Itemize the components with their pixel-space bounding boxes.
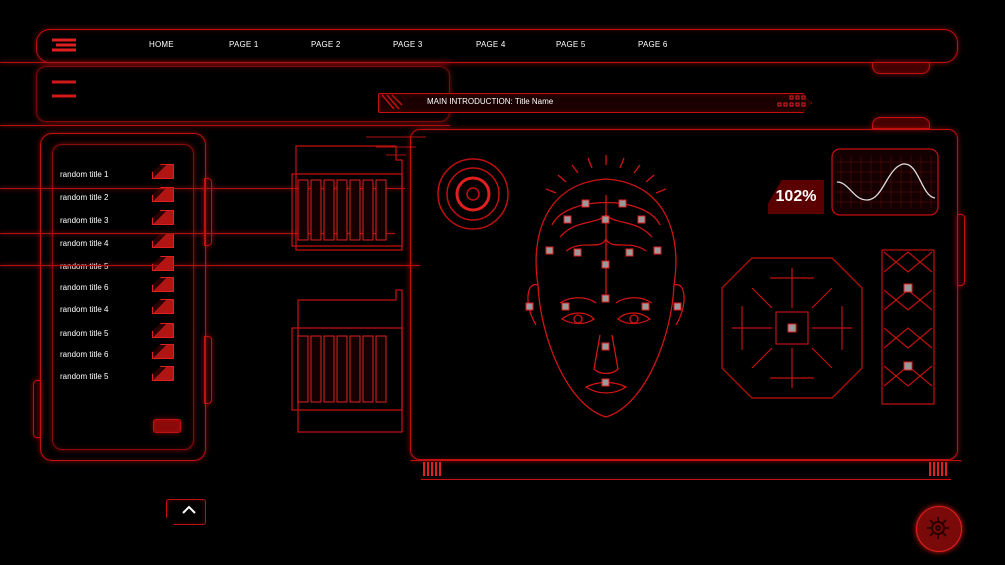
banner-dots-icon	[777, 95, 806, 107]
chain-module-icon	[881, 249, 935, 405]
waveform-monitor-icon	[831, 148, 939, 216]
list-item[interactable]: random title 3	[60, 216, 108, 225]
panel-base-bar	[410, 460, 962, 480]
nav-home[interactable]: HOME	[149, 40, 174, 49]
nav-page-4[interactable]: PAGE 4	[476, 40, 506, 49]
sidebar-edge-tab	[204, 336, 212, 404]
sidebar-left-rail	[33, 380, 41, 438]
scan-line	[0, 125, 450, 126]
panel-vent-icon	[423, 462, 441, 476]
nav-side-tab	[872, 62, 930, 74]
indicator-icon	[52, 80, 76, 98]
nav-page-5[interactable]: PAGE 5	[556, 40, 586, 49]
percent-readout: 102%	[768, 180, 824, 214]
gear-icon	[927, 517, 949, 539]
list-item[interactable]: random title 5	[60, 372, 108, 381]
circuit-chip-icon	[721, 257, 863, 399]
menu-logo-icon[interactable]	[50, 38, 80, 54]
list-item[interactable]: random title 6	[60, 283, 108, 292]
nav-page-2[interactable]: PAGE 2	[311, 40, 341, 49]
list-item[interactable]: random title 6	[60, 350, 108, 359]
list-item[interactable]: random title 5	[60, 329, 108, 338]
server-module-icon	[291, 145, 403, 433]
nav-page-6[interactable]: PAGE 6	[638, 40, 668, 49]
sidebar-action-button[interactable]	[153, 419, 181, 433]
list-item[interactable]: random title 2	[60, 193, 108, 202]
panel-side-tab	[957, 214, 965, 286]
list-item[interactable]: random title 5	[60, 262, 108, 271]
nav-page-1[interactable]: PAGE 1	[229, 40, 259, 49]
banner-stripes-icon	[381, 94, 403, 110]
face-scan-icon	[525, 155, 685, 418]
panel-top-tab	[872, 117, 930, 129]
page-title: MAIN INTRODUCTION: Title Name	[427, 97, 554, 106]
chevron-up-icon	[182, 505, 196, 514]
nav-page-3[interactable]: PAGE 3	[393, 40, 423, 49]
list-item[interactable]: random title 1	[60, 170, 108, 179]
list-item[interactable]: random title 4	[60, 305, 108, 314]
panel-vent-icon	[929, 462, 947, 476]
scan-line	[0, 62, 450, 63]
list-item[interactable]: random title 4	[60, 239, 108, 248]
